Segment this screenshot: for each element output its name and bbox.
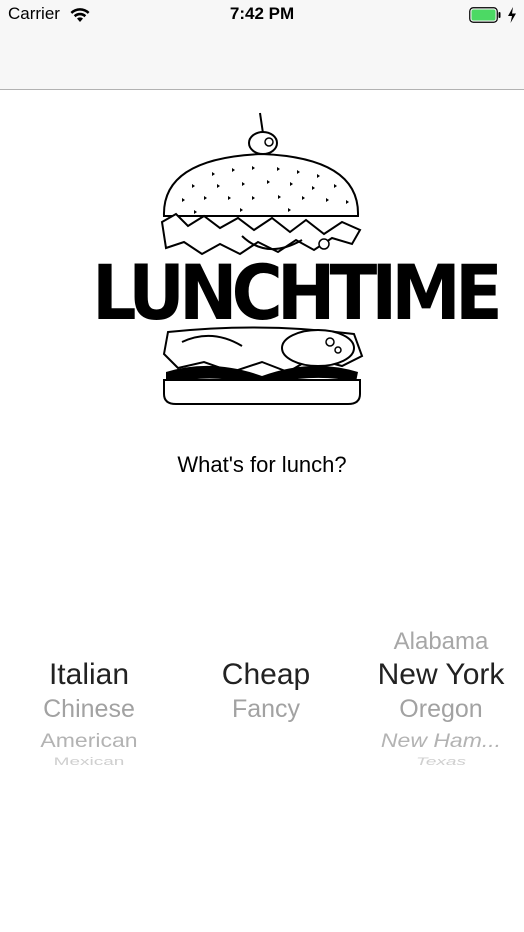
cuisine-picker[interactable]: Italian Chinese American Mexican	[4, 620, 174, 770]
navigation-bar	[0, 30, 524, 90]
prompt-label: What's for lunch?	[177, 452, 347, 477]
picker-selected-item[interactable]: New York	[356, 658, 524, 692]
picker-item[interactable]: New Ham...	[356, 729, 524, 752]
price-picker[interactable]: Cheap Fancy	[180, 620, 352, 770]
picker-selected-item[interactable]: Italian	[4, 658, 174, 692]
status-bar: Carrier 7:42 PM	[0, 0, 524, 30]
picker-item[interactable]: Texas	[356, 755, 524, 768]
picker-selected-item[interactable]: Cheap	[180, 658, 352, 692]
charging-bolt-icon	[508, 7, 516, 23]
picker-item[interactable]: Oregon	[356, 695, 524, 724]
picker-item[interactable]: Chinese	[4, 695, 174, 724]
picker-item[interactable]: American	[4, 729, 174, 752]
logo-wordmark: LUNCHTIME	[92, 248, 503, 338]
picker-item[interactable]: Alabama	[356, 628, 524, 656]
clock-time: 7:42 PM	[229, 4, 295, 23]
battery-icon	[469, 7, 501, 23]
state-picker[interactable]: Alabama New York Oregon New Ham... Texas	[356, 620, 524, 770]
picker-item[interactable]: Mexican	[4, 755, 174, 768]
picker-item[interactable]: Fancy	[180, 695, 352, 724]
